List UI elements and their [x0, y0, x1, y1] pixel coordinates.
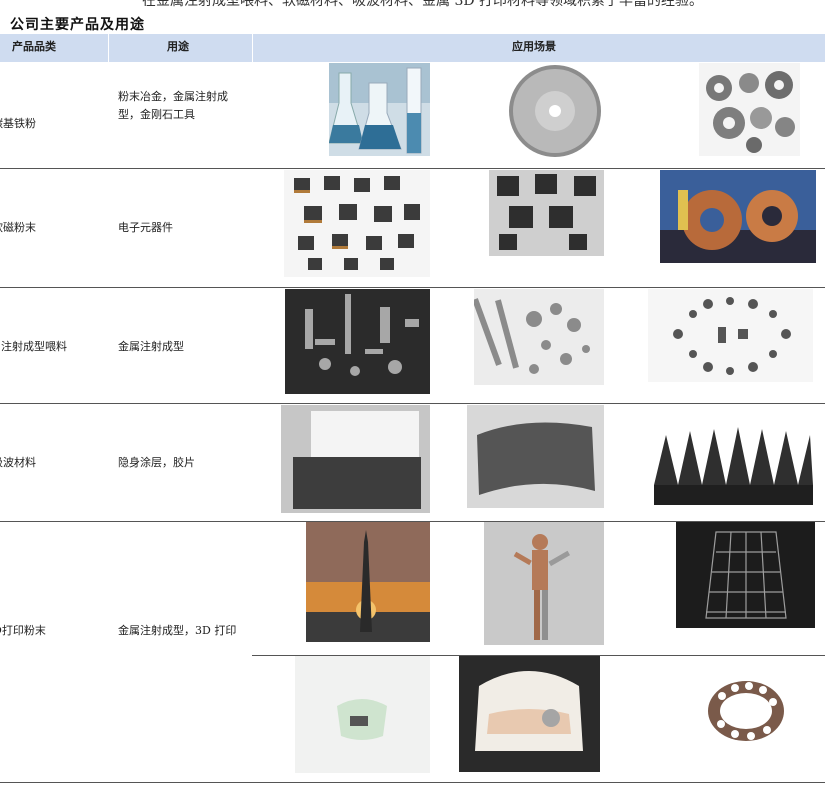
row-use: 金属注射成型: [118, 340, 184, 353]
pyramid-absorber-foam-image: [654, 405, 813, 511]
absorbing-sheet-panel-image: [281, 405, 430, 513]
diamond-saw-blade-image: [506, 63, 604, 159]
dental-model-image: [459, 656, 600, 772]
row-use: 粉末冶金，金属注射成型，金刚石工具: [118, 90, 228, 121]
lattice-structure-image: [676, 522, 815, 628]
molded-chokes-image: [489, 170, 604, 256]
row-category: 羰基铁粉: [0, 117, 36, 130]
canton-tower-sunset-image: [306, 522, 430, 642]
header-divider: [108, 34, 109, 62]
table-title: 公司主要产品及用途: [10, 17, 145, 33]
header-category: 产品品类: [12, 40, 56, 53]
table-bottom-rule: [0, 782, 825, 783]
row-category: 3D打印粉末: [0, 624, 46, 637]
row-divider: [0, 287, 825, 288]
header-use: 用途: [167, 40, 189, 53]
sintered-metal-gears-image: [699, 63, 800, 156]
dental-crown-print-image: [295, 656, 430, 773]
intro-text: 在金属注射成型喂料、软磁材料、吸波材料、金属 3D 打印材料等领域积累了丰富的经…: [142, 0, 704, 9]
row-use: 隐身涂层，胶片: [118, 456, 195, 469]
lattice-bracelet-image: [677, 656, 815, 767]
metal-printed-figure-image: [484, 522, 604, 645]
header-divider: [252, 34, 253, 62]
mim-metal-parts-image: [285, 289, 430, 394]
row-divider: [0, 168, 825, 169]
header-application: 应用场景: [512, 40, 556, 53]
smd-power-inductors-image: [284, 170, 430, 277]
table-header: 产品品类 用途 应用场景: [0, 34, 825, 62]
row-divider: [0, 403, 825, 404]
row-category: 软磁粉末: [0, 221, 36, 234]
row-category: 吸波材料: [0, 456, 36, 469]
precision-mim-components-image: [474, 289, 604, 385]
row-category: 金属注射成型喂料: [0, 340, 67, 353]
small-mim-parts-ring-image: [648, 289, 813, 382]
chemistry-glassware-image: [329, 63, 430, 156]
flexible-absorbing-film-image: [467, 405, 604, 508]
row-use: 金属注射成型，3D 打印: [118, 624, 237, 637]
toroidal-coils-image: [660, 170, 816, 263]
row-use: 电子元器件: [118, 221, 173, 234]
